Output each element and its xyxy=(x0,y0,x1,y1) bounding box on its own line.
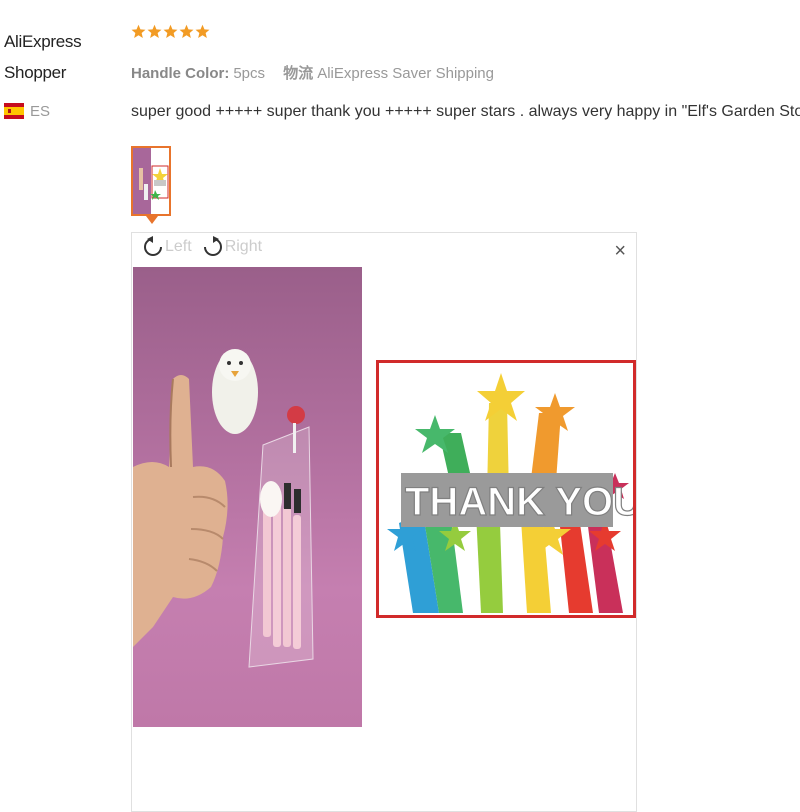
reviewer-name-line1: AliExpress xyxy=(4,32,82,51)
thank-you-card-image: THANK YOU! xyxy=(376,360,636,618)
reviewer-name: AliExpress Shopper xyxy=(4,26,114,88)
image-viewer: Left Right × THANK YOU! xyxy=(131,232,637,812)
rotate-left-label: Left xyxy=(165,238,192,255)
star-icon xyxy=(163,24,178,38)
close-viewer-button[interactable]: × xyxy=(614,241,626,261)
handle-color-label: Handle Color: xyxy=(131,65,230,82)
star-icon xyxy=(131,24,146,38)
rotate-left-button[interactable]: Left xyxy=(142,236,192,258)
rotate-right-icon xyxy=(203,236,222,256)
thank-you-card-illustration: THANK YOU! xyxy=(379,363,633,615)
reviewer-name-line2: Shopper xyxy=(4,63,67,82)
handle-color-value: 5pcs xyxy=(233,65,266,82)
rotate-right-button[interactable]: Right xyxy=(202,236,262,258)
rotate-controls: Left Right xyxy=(142,236,272,258)
country-code: ES xyxy=(30,102,51,120)
review-text: super good +++++ super thank you +++++ s… xyxy=(131,103,800,120)
rotate-left-icon xyxy=(144,236,162,256)
thumbnail-image xyxy=(133,148,169,214)
star-rating xyxy=(131,24,210,39)
star-icon xyxy=(195,24,210,38)
star-icon xyxy=(179,24,194,38)
thank-you-text: THANK YOU! xyxy=(405,480,633,524)
star-icon xyxy=(147,24,162,38)
shipping-label: 物流 xyxy=(283,65,314,82)
spain-flag-icon xyxy=(4,103,24,119)
shipping-value: AliExpress Saver Shipping xyxy=(317,65,494,82)
photo-illustration xyxy=(133,349,314,668)
thumbnail-pointer xyxy=(146,216,158,224)
reviewer-country: ES xyxy=(4,100,50,122)
rotate-right-label: Right xyxy=(224,238,263,255)
order-attributes: Handle Color: 5pcs 物流 AliExpress Saver Shi… xyxy=(131,62,494,83)
review-photo xyxy=(133,267,362,727)
review-image-thumbnail[interactable] xyxy=(131,146,171,216)
